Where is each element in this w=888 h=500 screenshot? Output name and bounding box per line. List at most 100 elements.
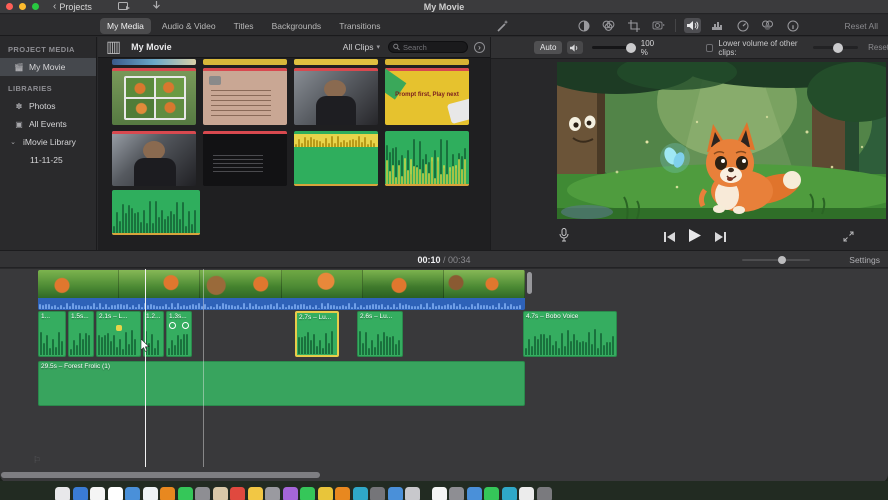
- tab-transitions[interactable]: Transitions: [332, 18, 387, 34]
- dock-app-icon[interactable]: [265, 487, 280, 500]
- dock-app-icon[interactable]: [405, 487, 420, 500]
- play-button[interactable]: [689, 228, 701, 247]
- disclosure-icon[interactable]: ⌄: [8, 138, 18, 146]
- dock-app-icon[interactable]: [370, 487, 385, 500]
- thumbnail-partial[interactable]: [294, 59, 378, 65]
- dock-app-icon[interactable]: [195, 487, 210, 500]
- content-arrow-icon[interactable]: ›: [474, 41, 485, 53]
- used-range-marker: [112, 68, 196, 71]
- thumbnail-partial[interactable]: [385, 59, 469, 65]
- thumbnail-audio-clip[interactable]: [385, 131, 469, 186]
- volume-slider[interactable]: [591, 42, 636, 53]
- reset-all-button[interactable]: Reset All: [844, 21, 878, 31]
- mute-button[interactable]: [567, 41, 583, 54]
- clip-filter-icon[interactable]: [759, 18, 776, 33]
- audio-clip[interactable]: 4.7s – Bobo Voice: [523, 311, 617, 357]
- lower-volume-knob[interactable]: [833, 42, 844, 53]
- thumbnail-audio-clip[interactable]: [112, 190, 200, 235]
- dock-app-icon[interactable]: [449, 487, 464, 500]
- search-input[interactable]: [403, 42, 463, 52]
- sidebar-item-photos[interactable]: ✽ Photos: [0, 97, 96, 115]
- enhance-wand-icon[interactable]: [497, 19, 510, 37]
- auto-volume-button[interactable]: Auto: [534, 41, 563, 54]
- audio-clip[interactable]: 1...: [38, 311, 66, 357]
- video-clip-filmstrip[interactable]: [38, 270, 525, 298]
- skip-forward-button[interactable]: [715, 229, 726, 247]
- volume-reset-button[interactable]: Reset: [868, 43, 888, 52]
- thumbnail-fox-gallery[interactable]: [112, 68, 196, 125]
- crop-icon[interactable]: [625, 18, 642, 33]
- thumbnail-partial[interactable]: [112, 59, 196, 65]
- timeline-zoom-slider[interactable]: [742, 256, 810, 264]
- dock-app-icon[interactable]: [466, 487, 482, 500]
- timeline-zoom-knob[interactable]: [778, 256, 786, 264]
- sidebar-item-event-date[interactable]: 11-11-25: [0, 151, 96, 169]
- timeline-settings-button[interactable]: Settings: [849, 255, 880, 265]
- tab-titles[interactable]: Titles: [227, 18, 261, 34]
- dock-app-icon[interactable]: [335, 487, 350, 500]
- voiceover-mic-icon[interactable]: [559, 228, 569, 247]
- thumbnail-audio-clip[interactable]: [294, 131, 378, 186]
- lower-volume-slider[interactable]: [813, 42, 859, 53]
- dock-app-icon[interactable]: [282, 487, 298, 500]
- dock-app-icon[interactable]: [536, 487, 552, 500]
- dock-app-icon[interactable]: [72, 487, 88, 500]
- gallery-frame: [124, 76, 186, 120]
- dock-app-icon[interactable]: [142, 487, 158, 500]
- dock-app-icon[interactable]: [230, 487, 245, 500]
- thumbnail-partial[interactable]: [203, 59, 287, 65]
- thumbnail-document[interactable]: [203, 68, 287, 125]
- sidebar-item-my-movie[interactable]: 🎬︎ My Movie: [0, 58, 96, 76]
- dock-app-icon[interactable]: [177, 487, 193, 500]
- background-music-clip[interactable]: 29.5s – Forest Frolic (1): [38, 361, 525, 406]
- tab-audio-video[interactable]: Audio & Video: [155, 18, 223, 34]
- clip-end-handle[interactable]: [527, 272, 532, 294]
- dock-app-icon[interactable]: [247, 487, 263, 500]
- lower-volume-checkbox[interactable]: [706, 43, 714, 52]
- noise-reduction-icon[interactable]: [709, 18, 726, 33]
- dock-app-icon[interactable]: [160, 487, 175, 500]
- dock-app-icon[interactable]: [300, 487, 315, 500]
- dock-app-icon[interactable]: [125, 487, 140, 500]
- thumbnail-code-video[interactable]: [203, 131, 287, 186]
- dock-app-icon[interactable]: [519, 487, 534, 500]
- dock-app-icon[interactable]: [431, 487, 447, 500]
- dock-app-icon[interactable]: [90, 487, 105, 500]
- volume-slider-knob[interactable]: [625, 42, 636, 53]
- sidebar-item-all-events[interactable]: ▣ All Events: [0, 115, 96, 133]
- dock-app-icon[interactable]: [107, 487, 123, 500]
- color-correction-icon[interactable]: [600, 18, 617, 33]
- stabilization-icon[interactable]: [650, 18, 667, 33]
- clip-info-icon[interactable]: [784, 18, 801, 33]
- clip-filter-dropdown[interactable]: All Clips ▾: [343, 42, 380, 52]
- drag-hint-icon: ⚐: [33, 455, 42, 465]
- audio-clip[interactable]: 1.3s...: [166, 311, 192, 357]
- skip-back-button[interactable]: [664, 229, 675, 247]
- dock-app-icon[interactable]: [501, 487, 517, 500]
- dock-app-icon[interactable]: [352, 487, 368, 500]
- tab-my-media[interactable]: My Media: [100, 18, 151, 34]
- volume-adjust-icon[interactable]: [684, 18, 701, 33]
- speed-icon[interactable]: [734, 18, 751, 33]
- dock-app-icon[interactable]: [387, 487, 403, 500]
- audio-clip[interactable]: 1.5s...: [68, 311, 94, 357]
- playhead[interactable]: [145, 269, 146, 467]
- dock-app-icon[interactable]: [55, 487, 70, 500]
- tab-backgrounds[interactable]: Backgrounds: [265, 18, 329, 34]
- dock-app-icon[interactable]: [212, 487, 228, 500]
- sidebar-item-imovie-library[interactable]: ⌄ iMovie Library: [0, 133, 96, 151]
- sidebar-toggle-icon[interactable]: ▥: [106, 37, 121, 57]
- thumbnail-presenter-video-2[interactable]: [112, 131, 196, 186]
- color-balance-icon[interactable]: [575, 18, 592, 33]
- used-range-marker: [112, 233, 200, 235]
- audio-clip[interactable]: 2.6s – Lu...: [357, 311, 403, 357]
- thumbnail-promo[interactable]: Prompt first, Play next: [385, 68, 469, 125]
- audio-clip[interactable]: 2.1s – L...: [96, 311, 141, 357]
- fullscreen-icon[interactable]: [843, 229, 854, 247]
- dock-app-icon[interactable]: [484, 487, 499, 500]
- audio-clip-selected[interactable]: 2.7s – Lu...: [295, 311, 339, 357]
- dock-app-icon[interactable]: [317, 487, 333, 500]
- scrollbar-thumb[interactable]: [1, 472, 320, 478]
- thumbnail-presenter-video[interactable]: [294, 68, 378, 125]
- search-field[interactable]: [388, 41, 468, 53]
